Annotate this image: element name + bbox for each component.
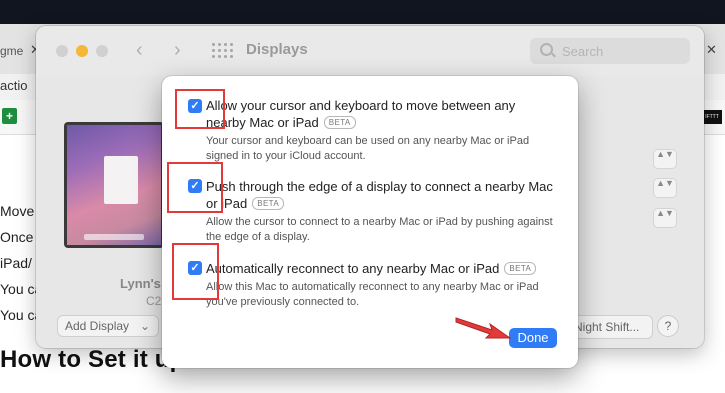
grid-icon[interactable]	[212, 43, 233, 59]
desktop-top-strip	[0, 0, 725, 24]
article-line: Move	[0, 203, 35, 219]
annotation-highlight-box	[172, 243, 219, 300]
search-field[interactable]: Search	[530, 38, 690, 64]
back-button[interactable]: ‹	[136, 39, 143, 62]
browser-tab-label[interactable]: gme	[0, 44, 23, 58]
night-shift-button[interactable]: Night Shift...	[566, 316, 652, 338]
add-display-label: Add Display	[65, 319, 130, 333]
display-thumbnail[interactable]	[64, 122, 164, 248]
add-display-button[interactable]: Add Display ⌄	[58, 316, 158, 336]
sheets-icon[interactable]: +	[2, 108, 17, 124]
right-tab-close-icon[interactable]: ✕	[706, 42, 717, 58]
annotation-highlight-box	[175, 89, 225, 129]
thumbnail-window	[104, 156, 138, 204]
done-button[interactable]: Done	[509, 328, 557, 348]
popup-stepper[interactable]: ▲▼	[654, 179, 676, 197]
zoom-window-button[interactable]	[96, 45, 108, 57]
chevron-down-icon: ⌄	[139, 319, 150, 333]
option-description: Allow this Mac to automatically reconnec…	[206, 281, 539, 308]
option-title: Push through the edge of a display to co…	[206, 178, 556, 212]
arrow-annotation-icon	[455, 317, 512, 339]
search-icon	[540, 43, 553, 56]
beta-badge: BETA	[323, 116, 356, 129]
display-name: Lynn's	[120, 276, 161, 291]
popup-stepper[interactable]: ▲▼	[654, 150, 676, 168]
ifttt-icon[interactable]: IFTTT	[702, 110, 722, 124]
help-button[interactable]: ?	[658, 316, 678, 336]
article-line: Once	[0, 229, 34, 245]
option-title-text: Allow your cursor and keyboard to move b…	[206, 98, 516, 130]
option-description: Your cursor and keyboard can be used on …	[206, 135, 530, 162]
article-line: iPad/	[0, 255, 32, 271]
option-title-text: Automatically reconnect to any nearby Ma…	[206, 261, 500, 276]
toolbar-text[interactable]: actio	[0, 78, 27, 93]
display-subtitle: C2	[146, 294, 162, 308]
option-title: Automatically reconnect to any nearby Ma…	[206, 260, 556, 277]
option-description: Allow the cursor to connect to a nearby …	[206, 216, 553, 243]
thumbnail-dock	[84, 234, 144, 240]
forward-button[interactable]: ›	[174, 39, 181, 62]
popup-stepper[interactable]: ▲▼	[654, 209, 676, 227]
beta-badge: BETA	[504, 262, 537, 275]
annotation-highlight-box	[167, 162, 223, 213]
close-window-button[interactable]	[56, 45, 68, 57]
beta-badge: BETA	[252, 197, 285, 210]
option-title: Allow your cursor and keyboard to move b…	[206, 97, 556, 131]
window-title: Displays	[246, 41, 308, 58]
minimize-window-button[interactable]	[76, 45, 88, 57]
search-placeholder: Search	[562, 44, 604, 59]
